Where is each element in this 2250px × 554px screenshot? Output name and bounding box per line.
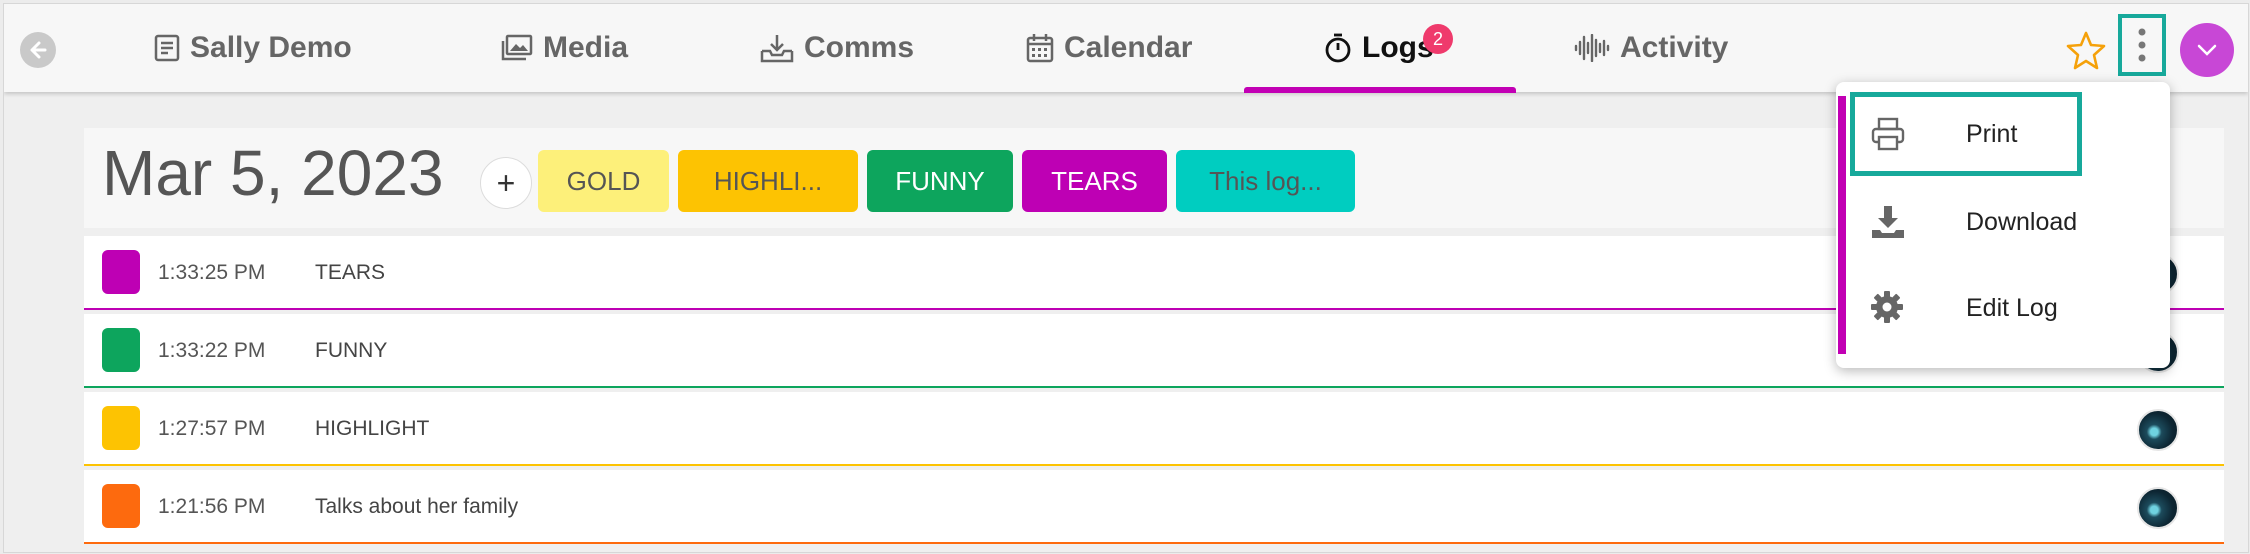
more-options-button[interactable] [2118, 14, 2166, 76]
more-options-menu: Print Download Edit Log [1836, 82, 2170, 368]
row-divider [84, 542, 2224, 544]
print-highlight-box [1850, 92, 2082, 176]
menu-item-label: Edit Log [1966, 293, 2058, 322]
stopwatch-icon [1325, 33, 1351, 63]
active-tab-indicator [1244, 87, 1516, 93]
entry-time: 1:21:56 PM [158, 495, 266, 518]
tab-label: Activity [1620, 31, 1729, 64]
entry-label: HIGHLIGHT [315, 417, 430, 440]
arrow-left-icon [30, 41, 47, 59]
tag-chip-funny[interactable]: FUNNY [867, 150, 1013, 212]
waveform-icon [1574, 34, 1610, 62]
tag-chip-gold[interactable]: GOLD [538, 150, 669, 212]
entry-label: TEARS [315, 261, 386, 284]
log-date-title: Mar 5, 2023 [102, 137, 444, 209]
tab-label: Comms [804, 31, 915, 64]
image-icon [501, 34, 533, 61]
back-button[interactable] [20, 32, 56, 68]
entry-time: 1:27:57 PM [158, 417, 266, 440]
entry-time: 1:33:22 PM [158, 339, 266, 362]
tab-label: Calendar [1064, 31, 1193, 64]
entry-label: Talks about her family [315, 495, 519, 518]
entry-color-swatch [102, 328, 140, 372]
gear-icon [1871, 291, 1903, 323]
more-vertical-icon [2138, 28, 2146, 62]
entry-color-swatch [102, 484, 140, 528]
entry-time: 1:33:25 PM [158, 261, 266, 284]
document-icon [154, 34, 180, 62]
log-entry-row[interactable]: 1:21:56 PM Talks about her family [84, 470, 2224, 544]
tag-chip-this-log[interactable]: This log... [1176, 150, 1355, 212]
entry-color-swatch [102, 250, 140, 294]
add-tag-button[interactable]: + [480, 157, 532, 209]
chip-label: This log... [1209, 165, 1322, 196]
menu-item-download[interactable]: Download [1860, 182, 2152, 262]
tab-sally-demo[interactable]: Sally Demo [154, 4, 352, 92]
chip-label: GOLD [566, 165, 641, 196]
entry-thumbnail[interactable] [2137, 409, 2179, 451]
tab-label: Media [543, 31, 629, 64]
download-icon [1872, 206, 1904, 238]
entry-color-swatch [102, 406, 140, 450]
entry-label: FUNNY [315, 339, 388, 362]
chip-label: TEARS [1051, 165, 1138, 196]
inbox-download-icon [760, 35, 794, 63]
row-divider [84, 386, 2224, 388]
menu-item-edit-log[interactable]: Edit Log [1860, 268, 2152, 348]
entry-thumbnail[interactable] [2137, 487, 2179, 529]
chip-label: HIGHLI... [713, 165, 823, 196]
tab-activity[interactable]: Activity [1574, 4, 1728, 92]
app-window: Sally Demo Media Comms Calendar Logs 2 A… [3, 3, 2249, 553]
tab-label: Sally Demo [190, 31, 352, 64]
chip-label: FUNNY [895, 165, 985, 196]
tab-logs[interactable]: Logs [1324, 4, 1434, 92]
menu-accent-bar [1838, 96, 1846, 354]
tab-comms[interactable]: Comms [760, 4, 914, 92]
row-divider [84, 464, 2224, 466]
tab-media[interactable]: Media [501, 4, 628, 92]
profile-dropdown-button[interactable] [2180, 23, 2234, 77]
chevron-down-icon [2197, 44, 2217, 56]
log-entry-row[interactable]: 1:27:57 PM HIGHLIGHT [84, 392, 2224, 466]
top-nav: Sally Demo Media Comms Calendar Logs 2 A… [4, 4, 2248, 93]
notification-badge: 2 [1423, 24, 1453, 54]
tag-chip-tears[interactable]: TEARS [1022, 150, 1167, 212]
tag-chip-highlight[interactable]: HIGHLI... [678, 150, 858, 212]
star-icon[interactable] [2066, 30, 2106, 70]
tab-calendar[interactable]: Calendar [1026, 4, 1192, 92]
menu-item-label: Download [1966, 207, 2078, 236]
calendar-icon [1026, 34, 1054, 63]
